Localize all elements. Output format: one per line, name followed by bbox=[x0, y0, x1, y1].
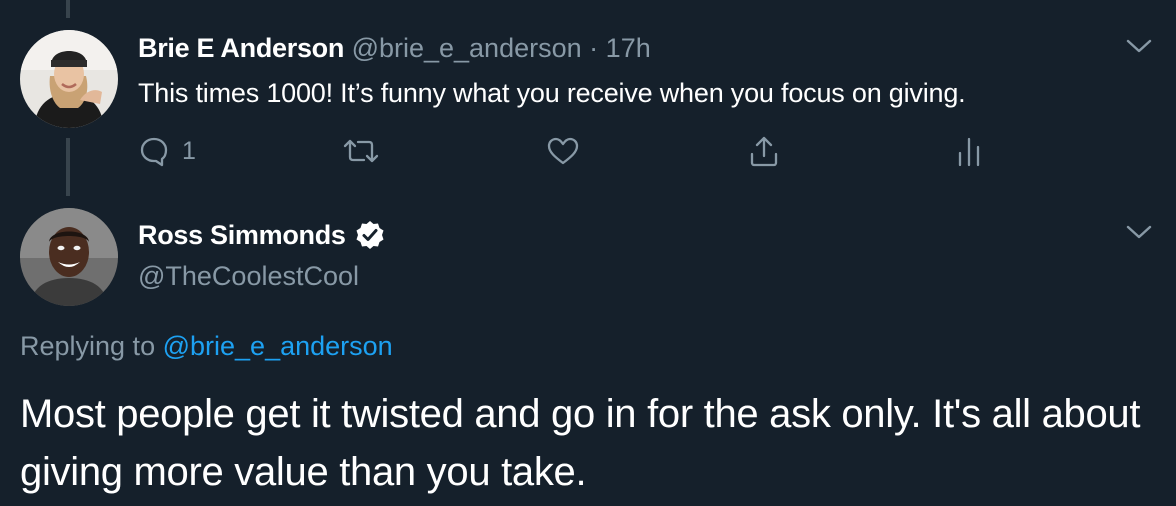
replying-to-label: Replying to bbox=[20, 331, 156, 361]
author-handle[interactable]: @TheCoolestCool bbox=[138, 257, 359, 295]
verified-badge-icon bbox=[356, 221, 384, 249]
thread-line-top bbox=[66, 0, 70, 18]
reply-bubble-icon bbox=[140, 137, 168, 167]
thread-line-middle bbox=[66, 138, 70, 196]
author-handle[interactable]: @brie_e_anderson bbox=[352, 33, 582, 63]
analytics-bars-icon bbox=[958, 137, 980, 167]
author-name[interactable]: Brie E Anderson bbox=[138, 33, 344, 63]
replying-to-handle-link[interactable]: @brie_e_anderson bbox=[163, 331, 393, 361]
share-icon bbox=[750, 136, 778, 167]
author-name[interactable]: Ross Simmonds bbox=[138, 216, 346, 254]
replying-to-line: Replying to @brie_e_anderson bbox=[20, 327, 393, 365]
chevron-down-icon[interactable] bbox=[1126, 224, 1152, 240]
heart-icon bbox=[547, 137, 579, 165]
retweet-button[interactable] bbox=[342, 132, 380, 170]
tweet-text: This times 1000! It’s funny what you rec… bbox=[138, 78, 966, 108]
avatar-ross[interactable] bbox=[20, 208, 118, 306]
reply-button[interactable]: 1 bbox=[138, 132, 196, 170]
reply-count: 1 bbox=[182, 136, 196, 165]
like-button[interactable] bbox=[546, 132, 580, 170]
dot-separator: · bbox=[589, 33, 599, 63]
author-name-row: Ross Simmonds bbox=[138, 216, 386, 254]
analytics-button[interactable] bbox=[956, 132, 982, 170]
tweet-text: Most people get it twisted and go in for… bbox=[20, 392, 1141, 494]
tweet-header: Brie E Anderson @brie_e_anderson · 17h bbox=[138, 30, 651, 66]
timestamp[interactable]: 17h bbox=[606, 33, 651, 63]
share-button[interactable] bbox=[748, 132, 780, 170]
retweet-icon bbox=[343, 139, 379, 163]
avatar-brie[interactable] bbox=[20, 30, 118, 128]
chevron-down-icon[interactable] bbox=[1126, 38, 1152, 54]
